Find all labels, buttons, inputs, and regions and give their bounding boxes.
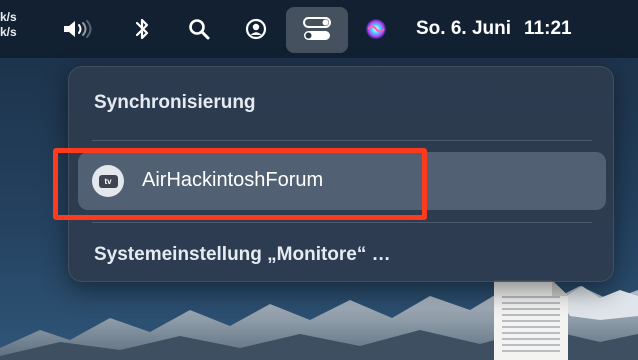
document-preview-lines xyxy=(502,296,560,356)
display-settings-link[interactable]: Systemeinstellung „Monitore“ … xyxy=(94,244,391,266)
siri-icon[interactable] xyxy=(356,0,396,58)
spotlight-search-icon[interactable] xyxy=(182,0,216,58)
divider-bottom xyxy=(92,222,592,223)
user-account-icon[interactable] xyxy=(236,0,276,58)
menubar-clock[interactable]: So. 6. Juni 11:21 xyxy=(416,0,572,58)
network-download-speed: k/s xyxy=(0,25,17,39)
control-center-icon[interactable] xyxy=(286,0,348,58)
red-highlight-annotation xyxy=(53,148,427,220)
network-speed-widget[interactable]: k/s k/s xyxy=(0,10,24,40)
divider-top xyxy=(92,140,592,141)
bluetooth-icon[interactable] xyxy=(126,0,158,58)
network-upload-speed: k/s xyxy=(0,10,17,24)
dropdown-title: Synchronisierung xyxy=(94,92,256,113)
volume-icon[interactable] xyxy=(58,0,98,58)
clock-time: 11:21 xyxy=(524,18,572,39)
menu-bar: k/s k/s So. 6. Juni 11:21 xyxy=(0,0,638,58)
clock-date: So. 6. Juni xyxy=(416,18,512,39)
